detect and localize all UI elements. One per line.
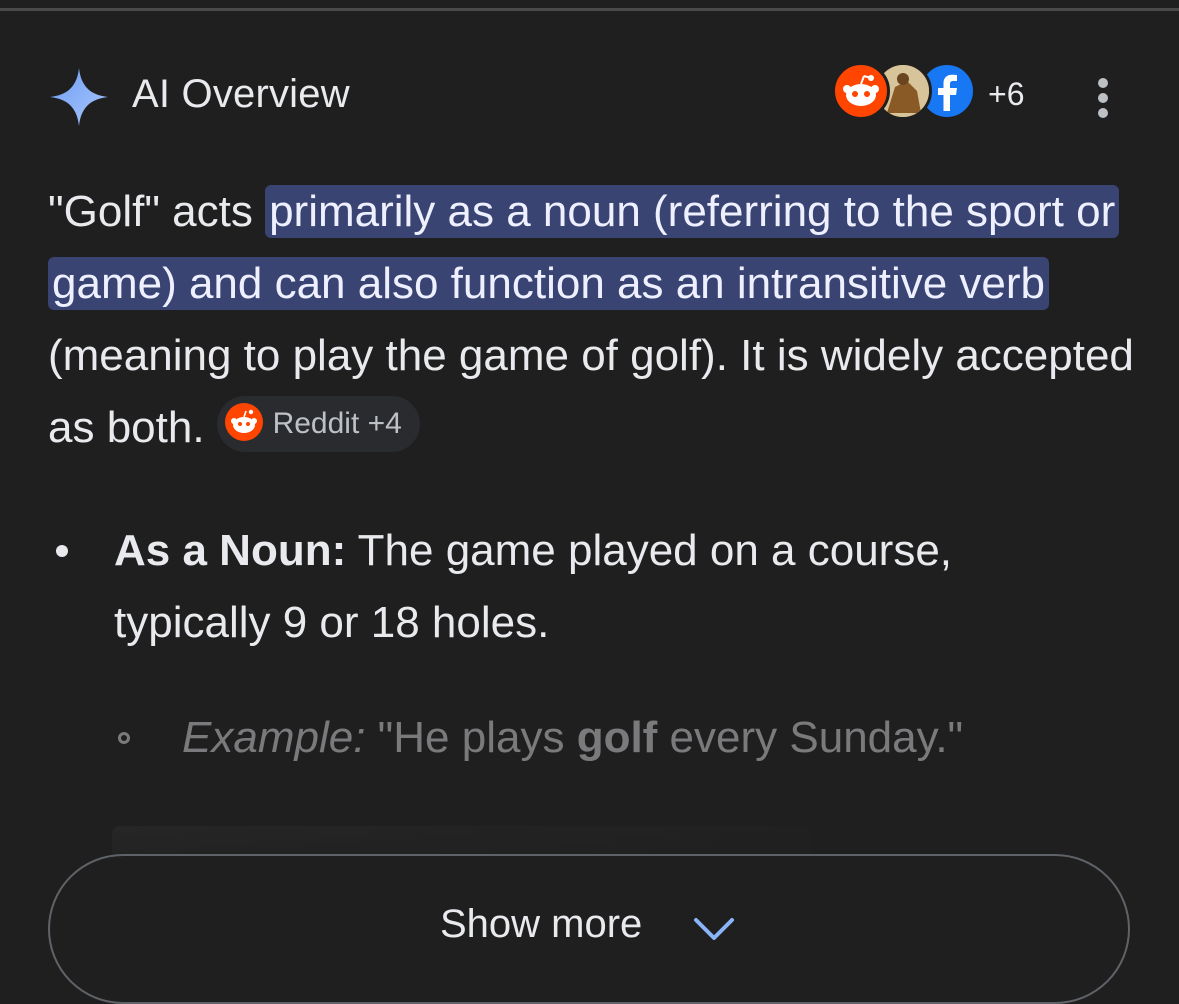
summary-prefix: "Golf" acts xyxy=(48,187,266,236)
overview-summary: "Golf" acts primarily as a noun (referri… xyxy=(48,176,1138,464)
sources-more-count[interactable]: +6 xyxy=(988,76,1024,113)
gemini-spark-icon xyxy=(50,68,108,126)
bullet-label: As a Noun: xyxy=(114,526,347,575)
example-pre: "He plays xyxy=(365,713,577,762)
reddit-icon xyxy=(224,403,263,442)
citation-chip[interactable]: Reddit +4 xyxy=(216,396,420,453)
top-divider xyxy=(0,8,1179,11)
summary-suffix: (meaning to play the game of golf). It i… xyxy=(48,331,1134,452)
sources-stack[interactable]: +6 xyxy=(832,62,1032,126)
bullet-dot xyxy=(56,545,68,557)
citation-chip-label: Reddit +4 xyxy=(272,407,402,441)
example-post: every Sunday." xyxy=(657,713,964,762)
example-label: Example: xyxy=(182,713,366,762)
bullet-text: As a Noun: The game played on a course, … xyxy=(114,515,1094,659)
sub-bullet-ring xyxy=(118,732,130,744)
chevron-down-icon xyxy=(694,918,734,940)
example-bold: golf xyxy=(576,713,658,762)
more-options-icon[interactable] xyxy=(1088,76,1118,120)
reddit-icon[interactable] xyxy=(832,62,890,120)
ai-overview-header: AI Overview +6 xyxy=(48,62,1128,132)
show-more-button[interactable]: Show more xyxy=(48,854,1130,1004)
ai-overview-title: AI Overview xyxy=(132,72,350,116)
show-more-label: Show more xyxy=(440,902,643,946)
